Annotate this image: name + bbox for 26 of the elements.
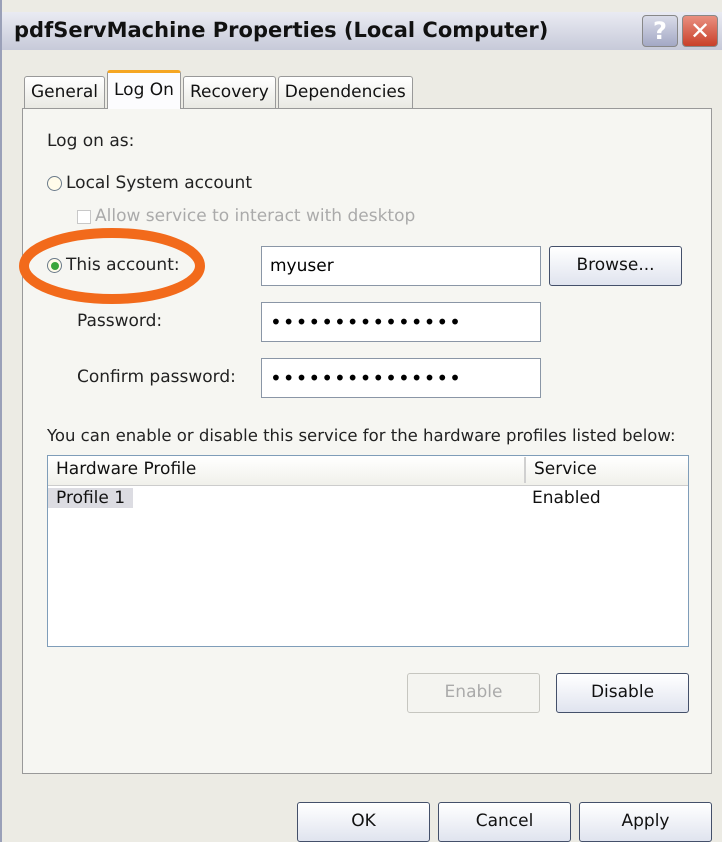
password-field[interactable]: ••••••••••••••• (261, 302, 541, 342)
dialog-button[interactable]: OK (297, 802, 430, 842)
tab[interactable]: Log On (107, 70, 181, 110)
instruction-text: You can enable or disable this service for the hardware profiles listed below: (47, 424, 677, 447)
window-title: pdfServMachine Properties (Local Computer) (14, 17, 550, 44)
password-field[interactable]: ••••••••••••••• (261, 358, 541, 398)
tab[interactable]: General (24, 76, 105, 108)
table-cell[interactable]: Profile 1 (48, 488, 134, 508)
table-cell-text: Enabled (531, 488, 602, 508)
tab[interactable]: Dependencies (278, 76, 413, 108)
column-header[interactable]: Service (524, 457, 674, 483)
tab[interactable]: Recovery (182, 76, 276, 108)
profile-button[interactable]: Disable (556, 672, 689, 713)
field-label: Confirm password: (77, 367, 236, 388)
field-label: Password: (77, 311, 162, 332)
checkbox-label: Allow service to interact with desktop (95, 205, 416, 228)
browse-button[interactable]: Browse... (549, 246, 682, 286)
radio-button[interactable] (47, 258, 62, 274)
dialog-button[interactable]: Apply (579, 802, 712, 842)
radio-button[interactable] (47, 176, 62, 192)
radio-label: This account: (66, 254, 180, 278)
radio-label: Local System account (66, 172, 252, 195)
text-field[interactable]: myuser (261, 246, 541, 286)
dialog-button[interactable]: Cancel (438, 802, 571, 842)
section-label: Log on as: (47, 130, 136, 154)
column-header[interactable]: Hardware Profile (48, 457, 524, 483)
